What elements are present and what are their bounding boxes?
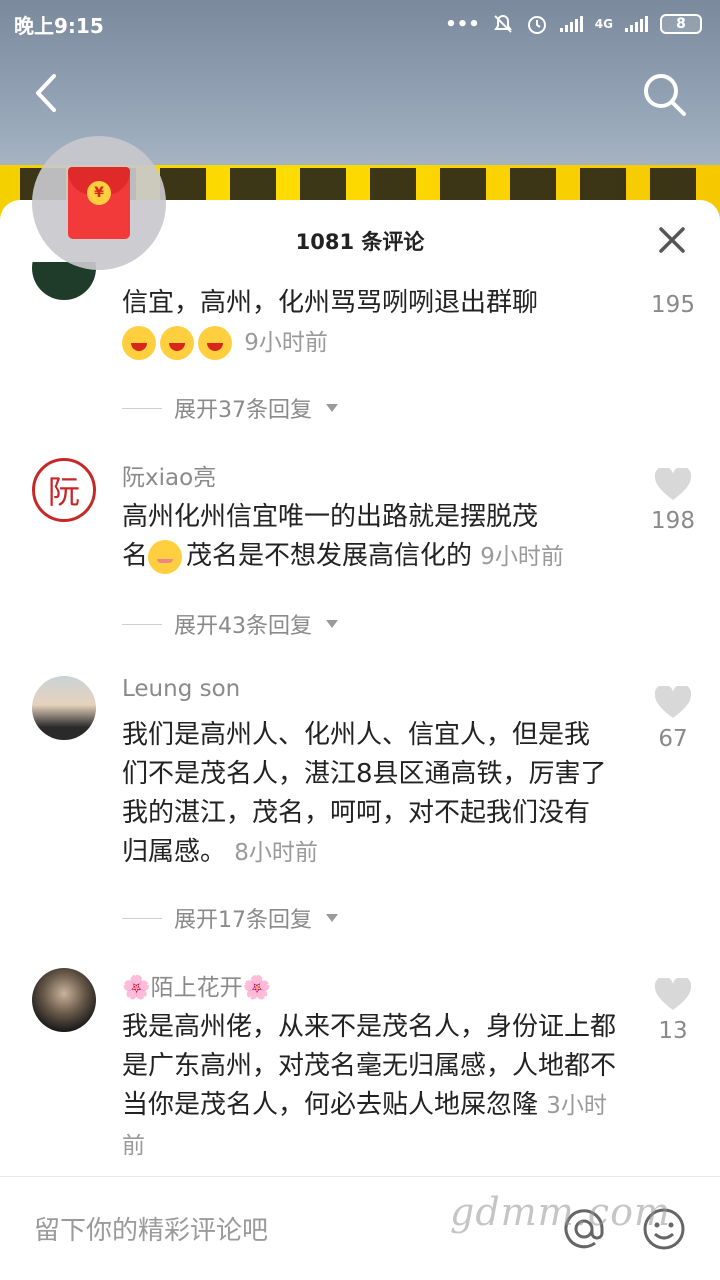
comment-text: 我是高州佬，从来不是茂名人，身份证上都是广东高州，对茂名毫无归属感，人地都不当你…	[122, 1012, 617, 1159]
comment-text: 我们是高州人、化州人、信宜人，但是我们不是茂名人，湛江8县区通高铁，厉害了我的湛…	[122, 720, 607, 867]
like-button[interactable]: 67	[640, 686, 706, 752]
reply-divider	[122, 407, 162, 409]
chevron-down-icon	[326, 620, 338, 628]
signal-icon	[559, 16, 583, 32]
red-envelope-icon: ¥	[68, 167, 130, 239]
like-count: 13	[658, 1018, 688, 1044]
comment-count: 1081 条评论	[295, 230, 425, 254]
avatar[interactable]	[32, 676, 96, 740]
laugh-cry-emoji-icon	[122, 325, 156, 360]
like-count[interactable]: 195	[640, 292, 706, 318]
comment-list: 信宜，高州，化州骂骂咧咧退出群聊 9小时前 195 展开37条回复 阮 阮xia…	[0, 262, 720, 1176]
red-envelope-button[interactable]: ¥	[32, 136, 166, 270]
like-count: 67	[658, 726, 688, 752]
comment-time: 9小时前	[480, 544, 564, 570]
shy-emoji-icon	[148, 539, 183, 574]
expand-replies-button[interactable]: 展开43条回复	[122, 608, 340, 640]
chevron-down-icon	[326, 914, 338, 922]
like-button[interactable]: 13	[640, 978, 706, 1044]
heart-icon	[654, 686, 692, 718]
network-type: 4G	[594, 17, 613, 31]
comment-time: 9小时前	[244, 330, 328, 356]
signal-icon-2	[625, 16, 648, 32]
watermark: gdmm.com	[450, 1190, 671, 1234]
heart-icon	[654, 468, 692, 500]
avatar[interactable]: 阮	[32, 458, 96, 522]
username[interactable]: Leung son	[122, 676, 240, 702]
expand-replies-button[interactable]: 展开37条回复	[122, 392, 340, 424]
username[interactable]: 阮xiao亮	[122, 458, 216, 492]
avatar[interactable]	[32, 968, 96, 1032]
heart-icon	[654, 978, 692, 1010]
close-icon[interactable]	[654, 222, 690, 258]
avatar-char: 阮	[47, 473, 80, 511]
comment-text: 高州化州信宜唯一的出路就是摆脱茂 名茂名是不想发展高信化的 9小时前	[122, 498, 622, 577]
mute-icon	[493, 14, 512, 33]
back-icon[interactable]	[28, 68, 68, 118]
laugh-cry-emoji-icon	[198, 325, 232, 360]
yen-coin-icon: ¥	[87, 181, 111, 205]
battery-level: 8	[676, 16, 686, 32]
username[interactable]: 🌸陌上花开🌸	[122, 968, 271, 1002]
laugh-cry-emoji-icon	[160, 325, 194, 360]
search-icon[interactable]	[640, 70, 690, 120]
battery-icon: 8	[660, 14, 702, 34]
status-time: 晚上9:15	[14, 13, 104, 38]
reply-divider	[122, 623, 162, 625]
like-count: 198	[651, 508, 695, 534]
reply-divider	[122, 917, 162, 919]
like-button[interactable]: 198	[640, 468, 706, 534]
more-dots-icon: •••	[445, 13, 480, 35]
comment-input[interactable]: 留下你的精彩评论吧	[34, 1210, 268, 1247]
expand-replies-button[interactable]: 展开17条回复	[122, 902, 340, 934]
chevron-down-icon	[326, 404, 338, 412]
comment-text: 信宜，高州，化州骂骂咧咧退出群聊 9小时前	[122, 284, 622, 363]
alarm-icon	[527, 16, 546, 34]
status-bar: 晚上9:15 ••• 4G 8	[0, 0, 720, 48]
comment-time: 8小时前	[234, 840, 318, 866]
comments-sheet: 1081 条评论 信宜，高州，化州骂骂咧咧退出群聊 9小时前 195 展开37条…	[0, 200, 720, 1280]
status-icons: ••• 4G 8	[445, 13, 702, 35]
